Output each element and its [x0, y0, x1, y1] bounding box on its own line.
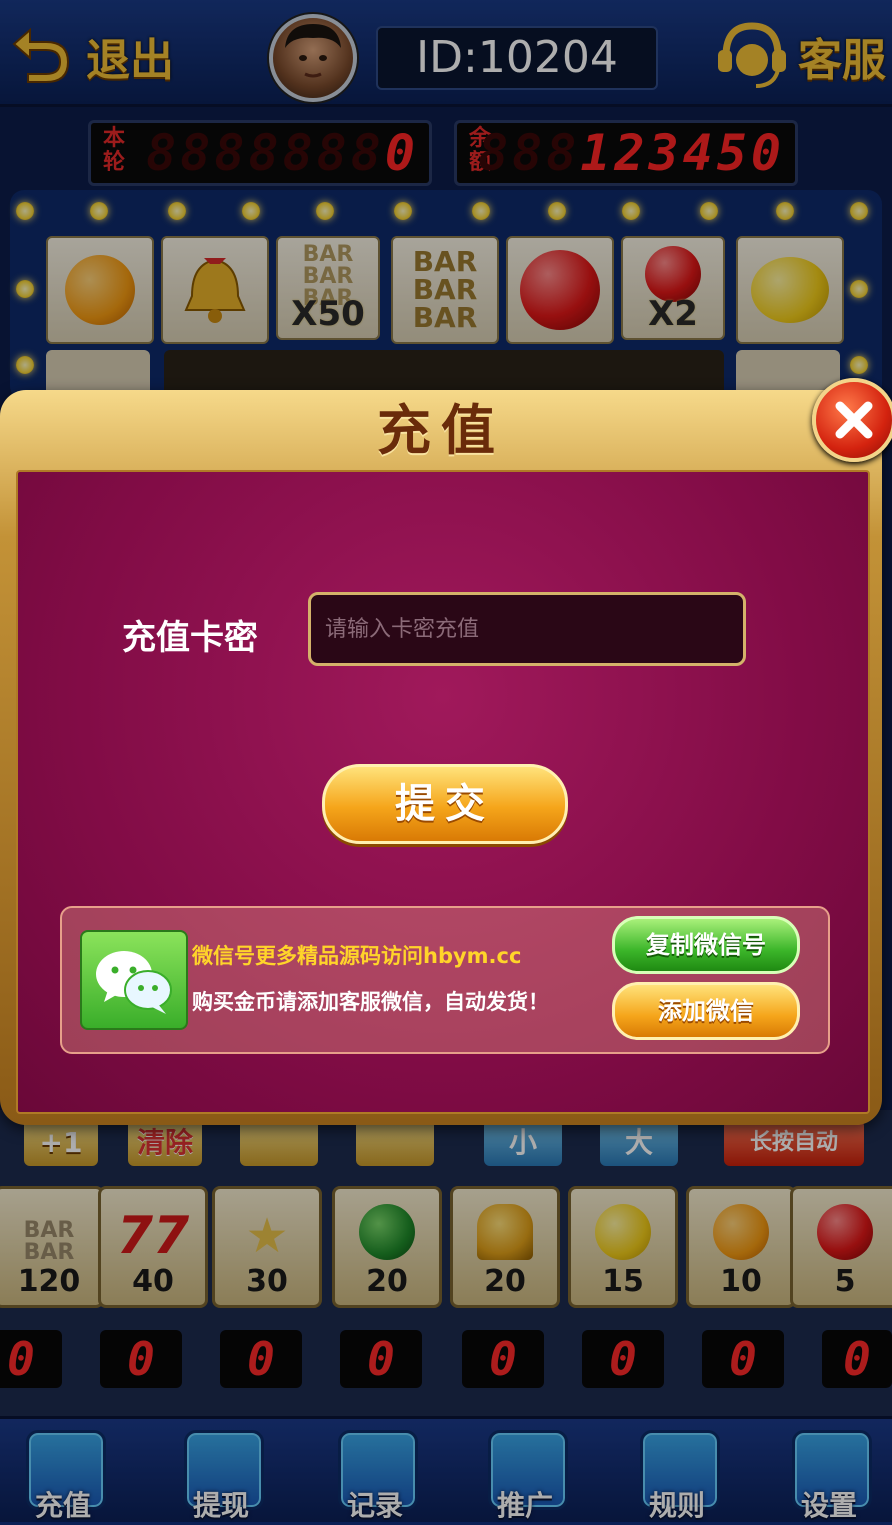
submit-button[interactable]: 提交: [322, 764, 568, 844]
add-wechat-button[interactable]: 添加微信: [612, 982, 800, 1040]
copy-wechat-button[interactable]: 复制微信号: [612, 916, 800, 974]
card-key-input[interactable]: [308, 592, 746, 666]
wechat-icon: [80, 930, 188, 1030]
card-key-label: 充值卡密: [122, 618, 258, 658]
close-button[interactable]: [812, 378, 892, 462]
close-icon: [835, 401, 873, 439]
info-text-source: 微信号更多精品源码访问hbym.cc: [192, 944, 522, 968]
info-text-buy: 购买金币请添加客服微信，自动发货！: [192, 990, 549, 1014]
dialog-title: 充值: [377, 399, 505, 462]
